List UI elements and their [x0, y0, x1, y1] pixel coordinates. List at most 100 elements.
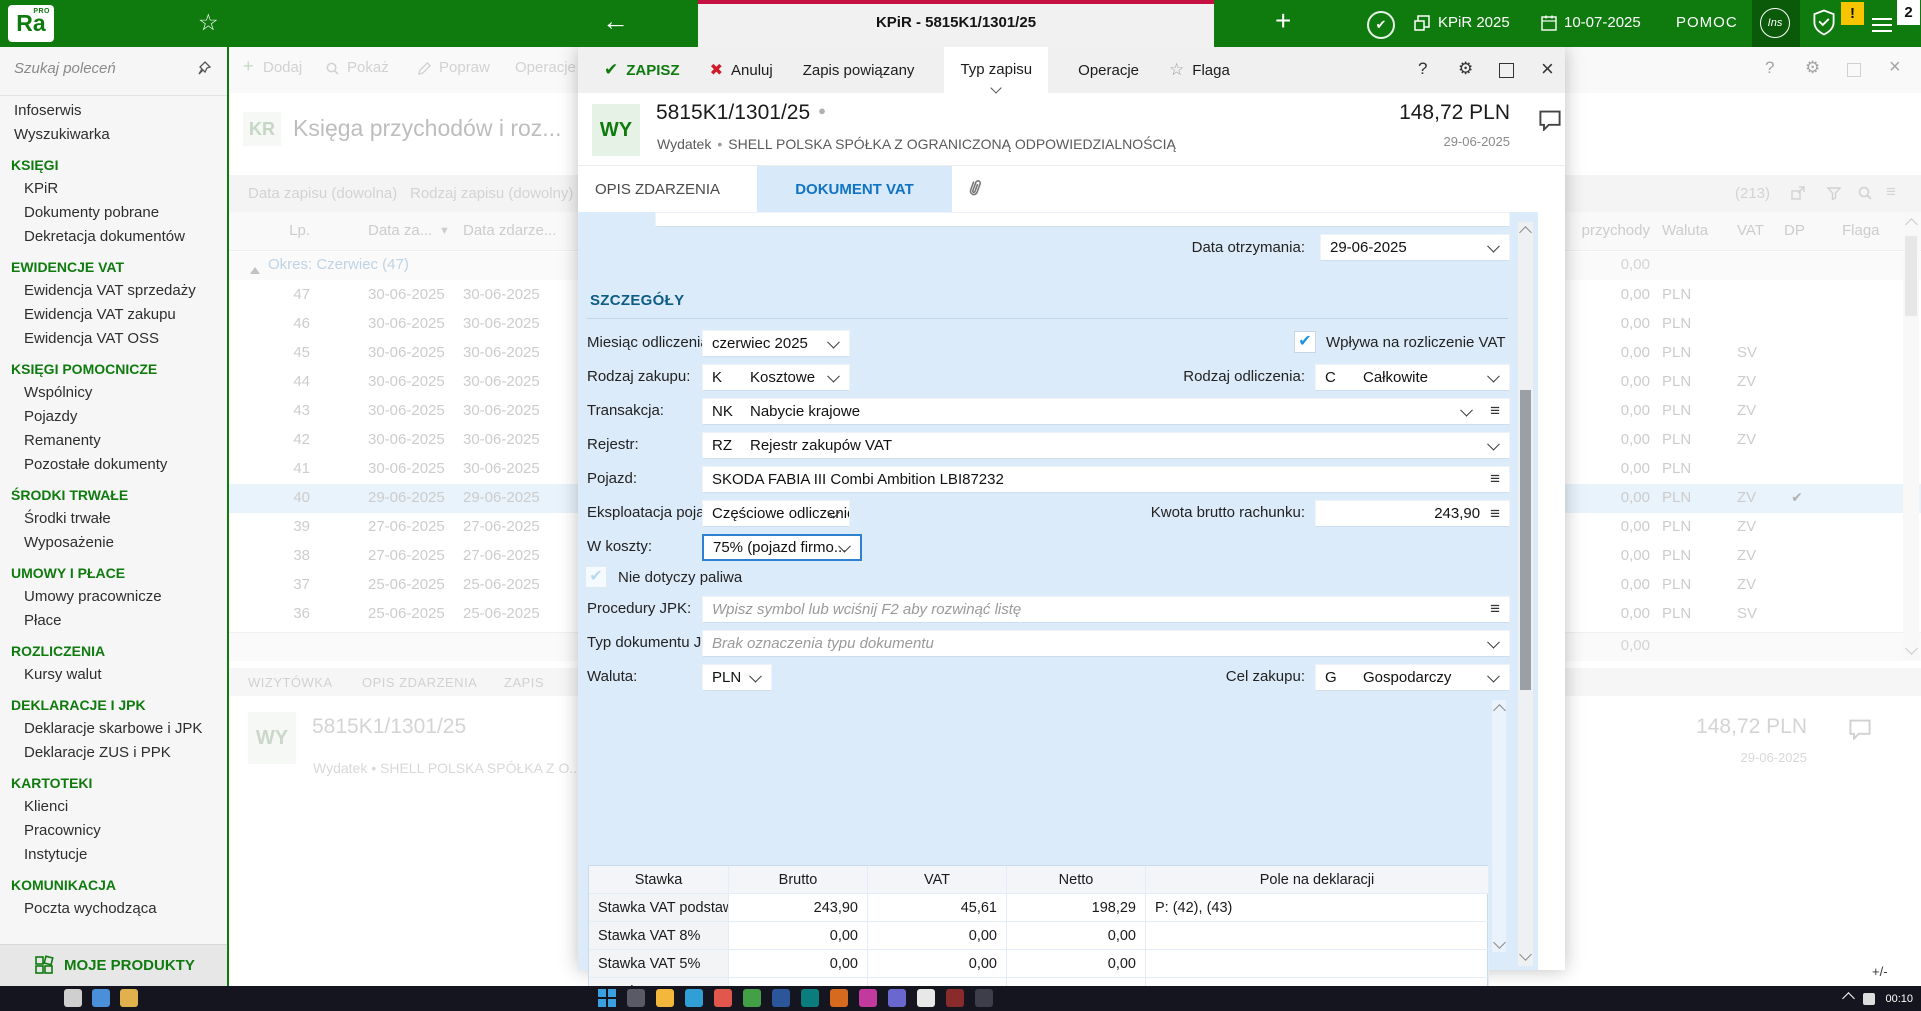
dialog-close-icon[interactable]: × [1541, 56, 1554, 82]
paperclip-icon[interactable] [963, 175, 987, 202]
typ-dokumentu-jpk-select[interactable]: Brak oznaczenia typu dokumentu [702, 630, 1510, 657]
tab-dokument-vat[interactable]: DOKUMENT VAT [757, 166, 952, 213]
notification-count-badge[interactable]: 2 [1897, 0, 1920, 25]
table-scrollbar[interactable] [1492, 700, 1506, 952]
sidebar-item[interactable]: Wyposażenie [0, 531, 227, 555]
sidebar-item[interactable]: Dekretacja dokumentów [0, 225, 227, 249]
taskbar-icon[interactable] [656, 989, 674, 1007]
sidebar-item[interactable]: Infoserwis [0, 99, 227, 123]
company-name[interactable]: KPiR 2025 [1438, 14, 1510, 31]
table-scroll-up-icon[interactable] [1493, 704, 1506, 717]
sidebar-item[interactable]: Ewidencja VAT sprzedaży [0, 279, 227, 303]
clock[interactable]: 00:10 [1885, 993, 1913, 1005]
new-tab-icon[interactable]: + [1275, 5, 1291, 37]
rodzaj-odliczenia-select[interactable]: C Całkowite [1315, 364, 1510, 391]
sidebar-item[interactable]: Dokumenty pobrane [0, 201, 227, 225]
list-picker-icon[interactable]: ≡ [1490, 599, 1500, 619]
taskbar-icon[interactable] [888, 989, 906, 1007]
taskbar-icon[interactable] [627, 989, 645, 1007]
insert-logo[interactable]: Ins [1752, 0, 1800, 47]
app-logo[interactable]: Ra PRO [8, 5, 54, 42]
taskbar-icon[interactable] [120, 989, 138, 1007]
taskbar-icon[interactable] [743, 989, 761, 1007]
back-arrow-icon[interactable]: ← [602, 6, 629, 37]
kwota-brutto-field[interactable]: 243,90 ≡ [1315, 500, 1510, 527]
taskbar-icon[interactable] [685, 989, 703, 1007]
flag-button[interactable]: ☆ Flaga [1169, 60, 1230, 80]
dialog-scroll-thumb[interactable] [1520, 390, 1531, 690]
alert-badge[interactable]: ! [1841, 2, 1864, 25]
dialog-scroll-up-icon[interactable] [1519, 226, 1532, 239]
transakcja-select[interactable]: NK Nabycie krajowe ≡ [702, 398, 1510, 425]
windows-start-icon[interactable] [598, 989, 616, 1007]
cancel-button[interactable]: ✖ Anuluj [710, 60, 773, 80]
taskbar-icon[interactable] [946, 989, 964, 1007]
help-menu[interactable]: POMOC [1676, 14, 1738, 31]
sidebar-item[interactable]: Pojazdy [0, 405, 227, 429]
sidebar-item[interactable]: Remanenty [0, 429, 227, 453]
sidebar-item[interactable]: Instytucje [0, 843, 227, 867]
miesiac-select[interactable]: czerwiec 2025 [702, 330, 850, 357]
rodzaj-zakupu-select[interactable]: K Kosztowe [702, 364, 850, 391]
data-otrzymania-select[interactable]: 29-06-2025 [1320, 234, 1510, 261]
list-picker-icon[interactable]: ≡ [1490, 401, 1500, 421]
sidebar-item[interactable]: Klienci [0, 795, 227, 819]
dialog-gear-icon[interactable]: ⚙ [1458, 59, 1473, 79]
taskbar-icon[interactable] [975, 989, 993, 1007]
sidebar-item-moje-produkty[interactable]: MOJE PRODUKTY [0, 944, 227, 986]
procedury-jpk-input[interactable]: Wpisz symbol lub wciśnij F2 aby rozwinąć… [702, 596, 1510, 623]
list-picker-icon[interactable]: ≡ [1490, 469, 1500, 489]
pin-icon[interactable] [196, 60, 212, 76]
tab-opis-zdarzenia-dialog[interactable]: OPIS ZDARZENIA [595, 166, 720, 213]
taskbar-icon[interactable] [830, 989, 848, 1007]
taskbar-icon[interactable] [801, 989, 819, 1007]
sidebar-item[interactable]: Deklaracje skarbowe i JPK [0, 717, 227, 741]
table-scroll-down-icon[interactable] [1493, 936, 1506, 949]
current-date[interactable]: 10-07-2025 [1564, 14, 1641, 31]
save-button[interactable]: ✔ ZAPISZ [604, 60, 680, 80]
related-entry-button[interactable]: Zapis powiązany [803, 62, 915, 79]
entry-type-menu[interactable]: Typ zapisu [944, 47, 1049, 94]
list-picker-icon[interactable]: ≡ [1490, 504, 1500, 524]
cel-zakupu-select[interactable]: G Gospodarczy [1315, 664, 1510, 691]
hamburger-menu-icon[interactable] [1872, 14, 1892, 36]
wplywa-checkbox[interactable]: ✔ [1294, 331, 1316, 353]
dialog-maximize-icon[interactable] [1499, 63, 1514, 78]
tray-expand-icon[interactable] [1842, 992, 1856, 1005]
taskbar-icon[interactable] [64, 989, 82, 1007]
command-search[interactable]: Szukaj poleceń [0, 47, 227, 96]
shield-icon[interactable] [1812, 9, 1836, 36]
dialog-scrollbar[interactable] [1518, 222, 1533, 966]
taskbar-icon[interactable] [92, 989, 110, 1007]
taskbar-icon[interactable] [859, 989, 877, 1007]
w-koszty-select[interactable]: 75% (pojazd firmo... [702, 534, 862, 561]
clipped-field[interactable] [655, 212, 1510, 227]
pojazd-field[interactable]: SKODA FABIA III Combi Ambition LBI87232 ≡ [702, 466, 1510, 493]
sidebar-item[interactable]: Środki trwałe [0, 507, 227, 531]
taskbar-icon[interactable] [772, 989, 790, 1007]
dialog-operations-menu[interactable]: Operacje [1078, 62, 1139, 79]
sidebar-item[interactable]: Pozostałe dokumenty [0, 453, 227, 477]
sidebar-item[interactable]: Kursy walut [0, 663, 227, 687]
dialog-help-icon[interactable]: ? [1418, 59, 1427, 79]
eksploatacja-select[interactable]: Częściowe odliczenie [702, 500, 850, 527]
tab-kpir-document[interactable]: KPiR - 5815K1/1301/25 [698, 0, 1214, 47]
sidebar-item[interactable]: Wyszukiwarka [0, 123, 227, 147]
sidebar-item[interactable]: Deklaracje ZUS i PPK [0, 741, 227, 765]
sidebar-item[interactable]: Poczta wychodząca [0, 897, 227, 921]
status-check-icon[interactable]: ✔ [1367, 11, 1395, 39]
sidebar-item[interactable]: KPiR [0, 177, 227, 201]
sidebar-item[interactable]: Pracownicy [0, 819, 227, 843]
sidebar-item[interactable]: Ewidencja VAT zakupu [0, 303, 227, 327]
sidebar-item[interactable]: Ewidencja VAT OSS [0, 327, 227, 351]
waluta-select[interactable]: PLN [702, 664, 772, 691]
sidebar-item[interactable]: Umowy pracownicze [0, 585, 227, 609]
taskbar-icon[interactable] [917, 989, 935, 1007]
nie-dotyczy-paliwa-checkbox[interactable]: ✔ [585, 566, 607, 588]
favorite-star-icon[interactable]: ☆ [198, 9, 219, 36]
dialog-scroll-down-icon[interactable] [1519, 948, 1532, 961]
rejestr-select[interactable]: RZ Rejestr zakupów VAT [702, 432, 1510, 459]
sidebar-item[interactable]: Wspólnicy [0, 381, 227, 405]
sidebar-item[interactable]: Płace [0, 609, 227, 633]
tray-icon[interactable] [1863, 992, 1876, 1005]
